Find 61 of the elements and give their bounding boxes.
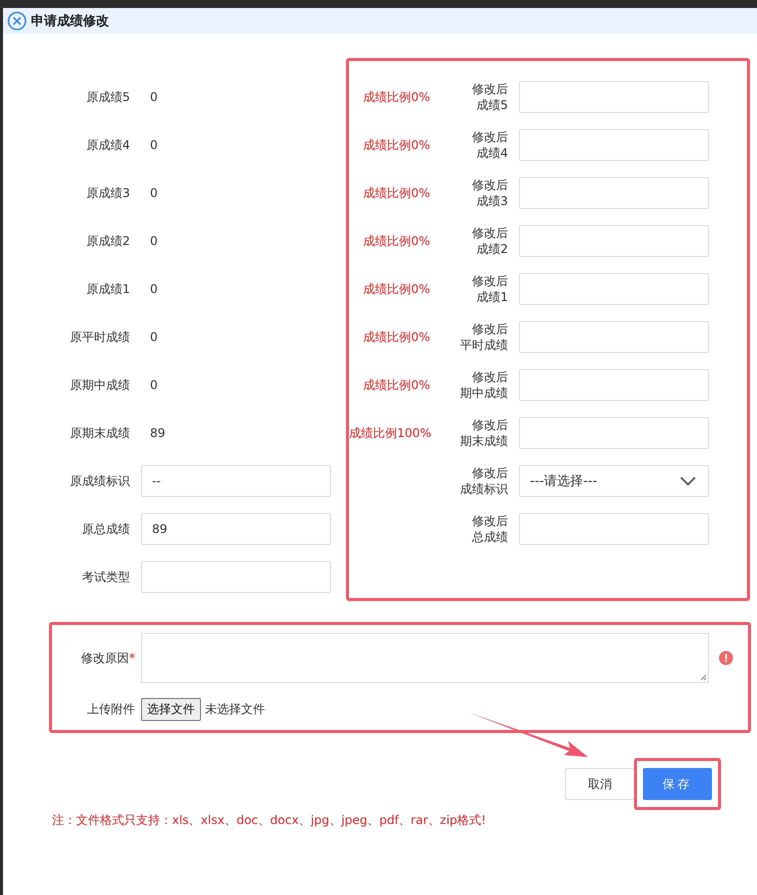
field-label: 修改后 平时成绩 [459, 321, 508, 353]
field-label: 修改后 成绩1 [471, 273, 508, 305]
field-label: 修改后 期末成绩 [459, 417, 508, 449]
field-label: 原总成绩 [81, 520, 130, 538]
field-label: 修改后 成绩4 [471, 129, 508, 161]
field-label: 原成绩2 [85, 232, 130, 250]
ratio-text: 成绩比例0% [362, 280, 430, 298]
input-field[interactable] [519, 513, 709, 545]
resize-grip-icon[interactable] [699, 673, 707, 681]
field-label: 原期中成绩 [69, 376, 130, 394]
input-field[interactable] [519, 177, 709, 209]
ratio-text: 成绩比例0% [362, 184, 430, 202]
score-value: 0 [149, 186, 158, 200]
score-value: 0 [149, 234, 158, 248]
input-field[interactable] [519, 129, 709, 161]
field-label: 修改后 成绩标识 [459, 465, 508, 497]
field-label: 原成绩1 [85, 280, 130, 298]
field-label: 原成绩4 [85, 136, 130, 154]
input-field[interactable] [519, 81, 709, 113]
save-button[interactable]: 保存 [643, 768, 712, 800]
score-value: 89 [149, 426, 166, 440]
ratio-text: 成绩比例0% [362, 328, 430, 346]
cancel-button[interactable]: 取消 [565, 768, 635, 800]
ratio-text: 成绩比例0% [362, 376, 430, 394]
input-field[interactable] [519, 321, 709, 353]
file-status: 未选择文件 [205, 701, 265, 718]
input-field[interactable] [519, 273, 709, 305]
ratio-text: 成绩比例0% [362, 136, 430, 154]
field-label: 修改后 期中成绩 [459, 369, 508, 401]
input-field[interactable] [519, 369, 709, 401]
ratio-text: 成绩比例100% [349, 424, 430, 442]
field-label: 考试类型 [81, 568, 130, 586]
choose-file-button[interactable]: 选择文件 [141, 698, 201, 721]
field-label: 修改原因* [80, 650, 135, 666]
input-field[interactable]: -- [141, 465, 331, 497]
score-value: 0 [149, 330, 158, 344]
field-label: 修改后 成绩5 [471, 81, 508, 113]
field-label: 修改后 成绩2 [471, 225, 508, 257]
field-label: 原期末成绩 [69, 424, 130, 442]
field-label: 修改后 成绩3 [471, 177, 508, 209]
input-field[interactable] [141, 561, 331, 593]
field-label: 原平时成绩 [69, 328, 130, 346]
score-value: 0 [149, 90, 158, 104]
field-label: 原成绩标识 [69, 472, 130, 490]
field-label: 原成绩3 [85, 184, 130, 202]
select-field[interactable]: ---请选择--- [519, 465, 709, 497]
close-icon[interactable] [7, 11, 27, 31]
input-field[interactable] [519, 417, 709, 449]
input-field[interactable] [519, 225, 709, 257]
field-label: 修改后 总成绩 [471, 513, 508, 545]
ratio-text: 成绩比例0% [362, 88, 430, 106]
ratio-text: 成绩比例0% [362, 232, 430, 250]
field-label: 原成绩5 [85, 88, 130, 106]
score-value: 0 [149, 138, 158, 152]
dialog-title: 申请成绩修改 [31, 13, 109, 30]
field-label: 上传附件 [86, 701, 135, 718]
score-value: 0 [149, 282, 158, 296]
input-field[interactable]: 89 [141, 513, 331, 545]
note-text: 注：文件格式只支持：xls、xlsx、doc、docx、jpg、jpeg、pdf、rar、zip格式! [52, 812, 487, 829]
chevron-down-icon [680, 476, 696, 486]
score-value: 0 [149, 378, 158, 392]
